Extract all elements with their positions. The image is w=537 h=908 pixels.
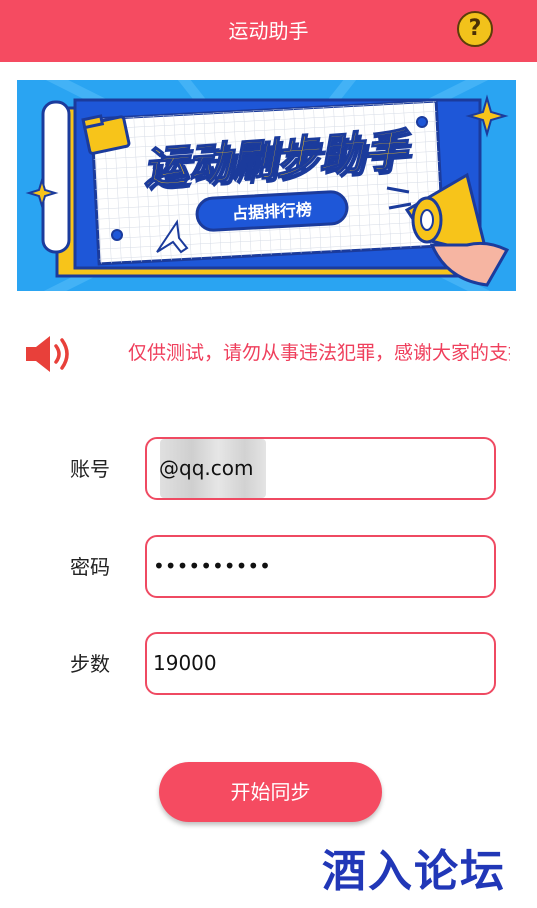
speaker-icon (26, 336, 69, 372)
steps-value: 19000 (153, 651, 217, 675)
app-header: 运动助手 ? (0, 0, 537, 62)
promo-banner: 占据排行榜 运动刷步助手 运动刷步助手 (17, 80, 516, 291)
notice-bar: 仅供测试，请勿从事违法犯罪，感谢大家的支持 (0, 326, 537, 382)
steps-input[interactable]: 19000 (145, 632, 496, 695)
password-input[interactable]: •••••••••• (145, 535, 496, 598)
password-label: 密码 (70, 555, 110, 579)
account-input[interactable]: 1@qq.com (145, 437, 496, 500)
steps-label: 步数 (70, 652, 110, 676)
password-value: •••••••••• (153, 554, 271, 578)
account-label: 账号 (70, 457, 110, 481)
account-value-suffix: @qq.com (159, 456, 254, 480)
banner-illustration: 占据排行榜 运动刷步助手 运动刷步助手 (17, 80, 516, 291)
notice-text: 仅供测试，请勿从事违法犯罪，感谢大家的支持 (128, 342, 510, 364)
steps-row: 步数 19000 (0, 632, 537, 696)
start-sync-button[interactable]: 开始同步 (159, 762, 382, 822)
watermark-logo: 酒入论坛 (322, 846, 506, 897)
password-row: 密码 •••••••••• (0, 535, 537, 599)
account-row: 账号 1@qq.com (0, 437, 537, 501)
question-mark-icon[interactable]: ? (457, 11, 493, 47)
